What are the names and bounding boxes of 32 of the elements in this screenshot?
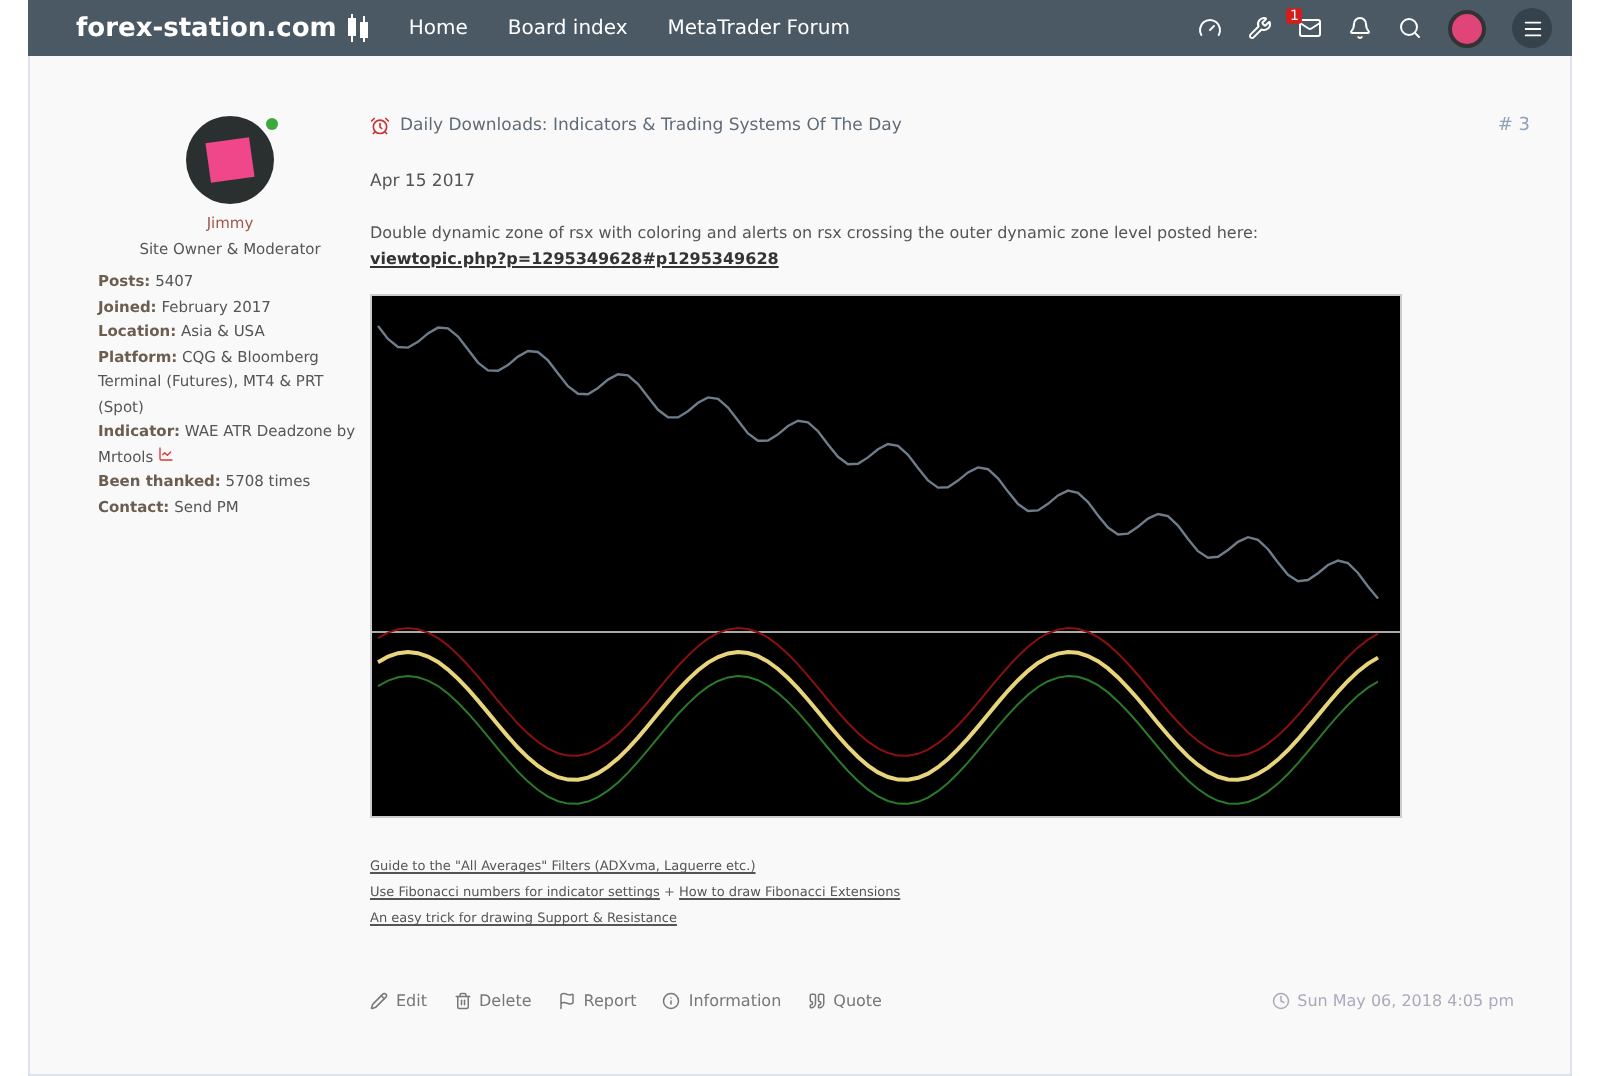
post-action-link[interactable]: Information <box>662 992 782 1010</box>
search-icon[interactable] <box>1398 16 1422 40</box>
bell-icon[interactable] <box>1348 16 1372 40</box>
report-icon <box>557 992 576 1010</box>
clock-icon <box>1271 992 1290 1010</box>
post-action-link[interactable]: Quote <box>807 992 882 1010</box>
user-avatar[interactable] <box>1448 9 1486 47</box>
menu-icon <box>1521 17 1543 39</box>
info-icon <box>662 992 681 1010</box>
post-timestamp: Sun May 06, 2018 4:05 pm <box>1271 992 1514 1010</box>
post-title[interactable]: Daily Downloads: Indicators & Trading Systems Of The Day <box>400 116 902 136</box>
menu-button[interactable] <box>1512 8 1552 48</box>
candlestick-icon <box>348 14 369 42</box>
post-link[interactable]: viewtopic.php?p=1295349628#p1295349628 <box>370 250 779 268</box>
nav-link[interactable]: Home <box>408 17 468 39</box>
chart-icon <box>158 445 175 461</box>
wrench-icon[interactable] <box>1248 16 1272 40</box>
site-logo[interactable]: forex-station.com <box>76 13 337 43</box>
post-action-link[interactable]: Delete <box>453 992 532 1010</box>
mail-icon[interactable] <box>1298 16 1322 40</box>
author-avatar <box>186 116 274 204</box>
delete-icon <box>453 992 471 1010</box>
post-action-link[interactable]: Report <box>557 992 637 1010</box>
post-action-link[interactable]: Edit <box>370 992 427 1010</box>
nav-link[interactable]: Board index <box>507 17 628 39</box>
nav-link[interactable]: MetaTrader Forum <box>667 17 850 39</box>
post-text: Double dynamic zone of rsx with coloring and alerts on rsx crossing the outer dynamic zone level posted here: viewtopic.php?p=1295349628#p1295349628 <box>370 222 1261 272</box>
alarm-clock-icon <box>370 116 390 136</box>
gauge-icon[interactable] <box>1198 16 1222 40</box>
quote-icon <box>807 992 826 1010</box>
edit-icon <box>370 992 388 1010</box>
post-date: Apr 15 2017 <box>370 172 478 192</box>
